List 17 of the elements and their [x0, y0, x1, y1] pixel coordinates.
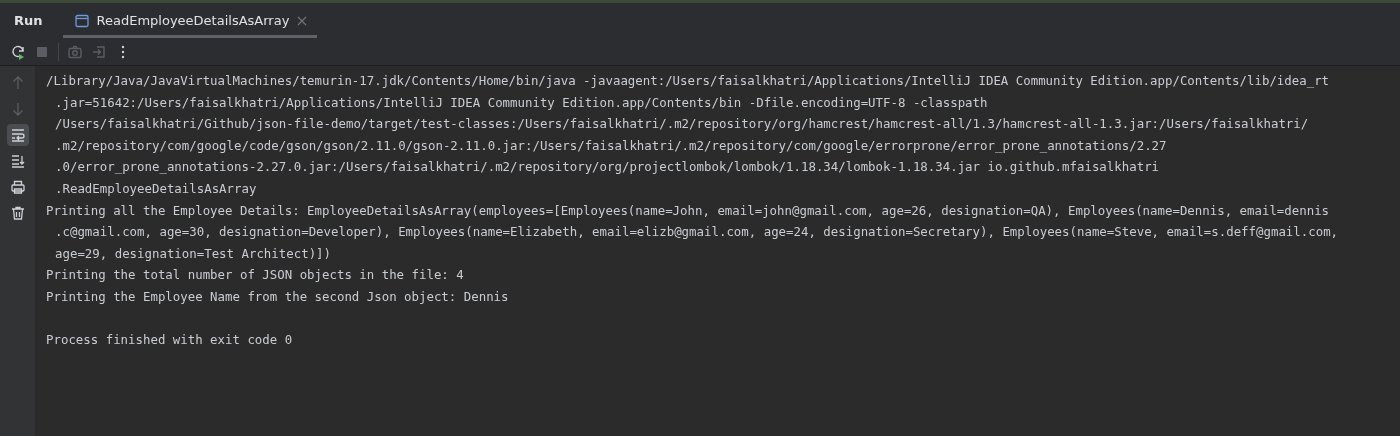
console-line: age=29, designation=Test Architect)]): [55, 245, 331, 261]
console-line: .m2/repository/com/google/code/gson/gson/2.11.0/gson-2.11.0.jar:/Users/faisalkhatri/.m2/repository/com/google/errorprone/error_prone_annotations/2.27: [55, 137, 1167, 153]
console-line: Process finished with exit code 0: [46, 332, 293, 348]
console-icon: [74, 13, 89, 28]
close-icon[interactable]: [297, 15, 308, 26]
console-line: .c@gmail.com, age=30, designation=Developer), Employees(name=Elizabeth, email=elizb@gmail.com, age=24, designation=Secretary), Employees(name=Steve, email=s.deff@gmail.com,: [55, 224, 1339, 240]
panel-title: Run: [14, 13, 43, 28]
console-line: Printing all the Employee Details: EmployeeDetailsAsArray(employees=[Employees(name=John, email=john@gmail.com, age=26, designation=QA), Employees(name=Dennis, email=dennis: [46, 202, 1330, 218]
rerun-icon[interactable]: [10, 43, 26, 60]
soft-wrap-icon[interactable]: [6, 124, 29, 146]
console-line: /Users/faisalkhatri/Github/json-file-demo/target/test-classes:/Users/faisalkhatri/.m2/repository/org/hamcrest/hamcrest-all/1.3/hamcrest-all-1.3.jar:/Users/faisalkhatri/: [55, 116, 1309, 132]
console-line: Printing the Employee Name from the second Json object: Dennis: [46, 288, 509, 304]
console-line: .jar=51642:/Users/faisalkhatri/Applications/IntelliJ IDEA Community Edition.app/Contents/bin -Dfile.encoding=UTF-8 -classpath: [55, 94, 988, 110]
console-line: .0/error_prone_annotations-2.27.0.jar:/Users/faisalkhatri/.m2/repository/org/projectlombok/lombok/1.18.34/lombok-1.18.34.jar io.github.mfaisalkhatri: [55, 159, 1160, 175]
console-line: Printing the total number of JSON objects in the file: 4: [46, 267, 464, 283]
console-line: .ReadEmployeeDetailsAsArray: [55, 180, 257, 196]
console-line: /Library/Java/JavaVirtualMachines/temurin-17.jdk/Contents/Home/bin/java -javaagent:/Users/faisalkhatri/Applications/IntelliJ IDEA Community Edition.app/Contents/lib/idea_rt: [46, 73, 1330, 88]
